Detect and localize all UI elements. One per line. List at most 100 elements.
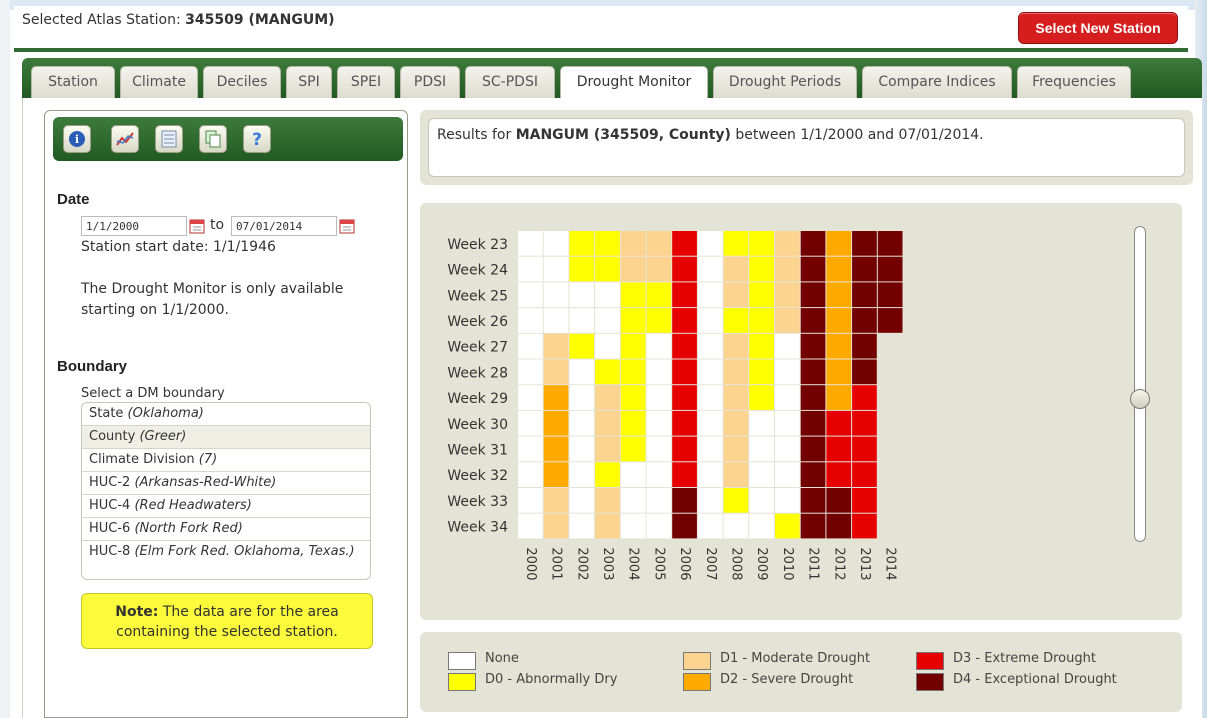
heatmap-cell bbox=[697, 513, 723, 539]
heatmap-cell bbox=[800, 513, 826, 539]
heatmap-cell bbox=[672, 385, 697, 410]
start-date-input[interactable] bbox=[81, 216, 187, 236]
heatmap-cell bbox=[672, 410, 697, 436]
heatmap-cell bbox=[800, 231, 826, 256]
heatmap-cell bbox=[569, 488, 595, 513]
tab-deciles[interactable]: Deciles bbox=[203, 66, 281, 98]
boundary-option-detail: (Arkansas-Red-White) bbox=[134, 475, 277, 490]
heatmap-cell bbox=[723, 462, 749, 487]
info-button[interactable]: i bbox=[63, 125, 91, 153]
heatmap-cell bbox=[646, 462, 672, 487]
legend-label: D4 - Exceptional Drought bbox=[953, 672, 1117, 687]
heatmap-cell bbox=[620, 410, 646, 436]
heatmap-cell bbox=[723, 333, 749, 359]
week-slider-track[interactable] bbox=[1134, 226, 1146, 542]
table-button[interactable] bbox=[155, 125, 183, 153]
svg-text:i: i bbox=[75, 133, 79, 146]
copy-button[interactable] bbox=[199, 125, 227, 153]
week-label: Week 28 bbox=[447, 365, 508, 381]
tab-drought-monitor[interactable]: Drought Monitor bbox=[560, 66, 708, 100]
year-label: 2002 bbox=[574, 547, 589, 580]
chart-button[interactable] bbox=[111, 125, 139, 153]
select-new-station-button[interactable]: Select New Station bbox=[1018, 12, 1178, 44]
heatmap-cell bbox=[723, 436, 749, 462]
boundary-option[interactable]: Climate Division (7) bbox=[82, 449, 370, 472]
results-prefix: Results for bbox=[437, 127, 516, 143]
heatmap-cell bbox=[569, 410, 595, 436]
heatmap-cell bbox=[595, 488, 620, 513]
tab-spei[interactable]: SPEI bbox=[337, 66, 395, 98]
selected-station-value: 345509 (MANGUM) bbox=[185, 12, 335, 28]
chart-panel: Week 23 Week 24 Week 25 Week 26 Week 27 Week … bbox=[420, 203, 1182, 620]
legend-label: D1 - Moderate Drought bbox=[720, 651, 871, 666]
heatmap-cell bbox=[543, 308, 569, 333]
heatmap-cell bbox=[749, 513, 774, 539]
boundary-option-label: County bbox=[89, 429, 140, 444]
heatmap-cell bbox=[543, 231, 569, 256]
heatmap-cell bbox=[543, 462, 569, 487]
heatmap-cell bbox=[543, 410, 569, 436]
boundary-option-detail: (Red Headwaters) bbox=[134, 498, 252, 513]
heatmap-cell bbox=[672, 359, 697, 385]
heatmap-cell bbox=[518, 333, 543, 359]
year-label: 2005 bbox=[651, 547, 666, 580]
boundary-option[interactable]: HUC-8 (Elm Fork Red. Oklahoma, Texas.) bbox=[82, 541, 370, 579]
heatmap-cell bbox=[800, 436, 826, 462]
heatmap-cell bbox=[852, 231, 877, 256]
year-label: 2000 bbox=[523, 547, 538, 580]
year-label: 2014 bbox=[883, 547, 898, 580]
boundary-option-label: HUC-6 bbox=[89, 521, 135, 536]
heatmap-cell bbox=[775, 256, 800, 282]
heatmap-cell bbox=[800, 359, 826, 385]
heatmap-cell bbox=[569, 333, 595, 359]
tab-sc-pdsi[interactable]: SC-PDSI bbox=[465, 66, 555, 98]
boundary-option[interactable]: State (Oklahoma) bbox=[82, 403, 370, 426]
boundary-option[interactable]: County (Greer) bbox=[82, 426, 370, 449]
heatmap-cell bbox=[569, 385, 595, 410]
heatmap-cell bbox=[543, 333, 569, 359]
tab-drought-periods[interactable]: Drought Periods bbox=[713, 66, 857, 98]
week-label: Week 29 bbox=[447, 391, 508, 407]
help-button[interactable]: ? bbox=[243, 125, 271, 153]
heatmap-cell bbox=[826, 462, 852, 487]
legend-label: D2 - Severe Drought bbox=[720, 672, 854, 687]
info-icon: i bbox=[69, 131, 85, 147]
week-slider-handle[interactable] bbox=[1130, 389, 1150, 409]
tab-climate[interactable]: Climate bbox=[120, 66, 198, 98]
tab-station[interactable]: Station bbox=[31, 66, 115, 98]
legend-swatch bbox=[683, 673, 711, 691]
tab-pdsi[interactable]: PDSI bbox=[400, 66, 460, 98]
start-calendar-icon[interactable] bbox=[189, 218, 205, 234]
boundary-option[interactable]: HUC-4 (Red Headwaters) bbox=[82, 495, 370, 518]
heatmap-cell bbox=[595, 231, 620, 256]
year-label: 2008 bbox=[728, 547, 743, 580]
heatmap-cell bbox=[697, 333, 723, 359]
heatmap-cell bbox=[723, 410, 749, 436]
selected-station-label: Selected Atlas Station: bbox=[22, 12, 181, 28]
heatmap-cell bbox=[646, 282, 672, 308]
heatmap-cell bbox=[543, 282, 569, 308]
boundary-option[interactable]: HUC-2 (Arkansas-Red-White) bbox=[82, 472, 370, 495]
end-calendar-icon[interactable] bbox=[339, 218, 355, 234]
legend-swatch bbox=[916, 673, 944, 691]
tab-compare-indices[interactable]: Compare Indices bbox=[862, 66, 1012, 98]
heatmap-cell bbox=[569, 436, 595, 462]
heatmap-cell bbox=[672, 231, 697, 256]
tab-frequencies[interactable]: Frequencies bbox=[1017, 66, 1131, 98]
boundary-list: State (Oklahoma) County (Greer) Climate Di… bbox=[81, 402, 371, 580]
heatmap-cell bbox=[595, 308, 620, 333]
heatmap-cell bbox=[852, 308, 877, 333]
heatmap-cell bbox=[877, 231, 903, 256]
heatmap-cell bbox=[723, 359, 749, 385]
heatmap-cell bbox=[775, 462, 800, 487]
tab-spi[interactable]: SPI bbox=[286, 66, 332, 98]
end-date-input[interactable] bbox=[231, 216, 337, 236]
heatmap-cell bbox=[877, 308, 903, 333]
boundary-prompt: Select a DM boundary bbox=[81, 386, 225, 401]
note-box: Note: The data are for the area containi… bbox=[81, 593, 373, 649]
boundary-option[interactable]: HUC-6 (North Fork Red) bbox=[82, 518, 370, 541]
heatmap-cell bbox=[826, 359, 852, 385]
year-label: 2011 bbox=[806, 547, 821, 580]
results-summary: Results for MANGUM (345509, County) betw… bbox=[428, 118, 1185, 177]
heatmap-cell bbox=[697, 308, 723, 333]
